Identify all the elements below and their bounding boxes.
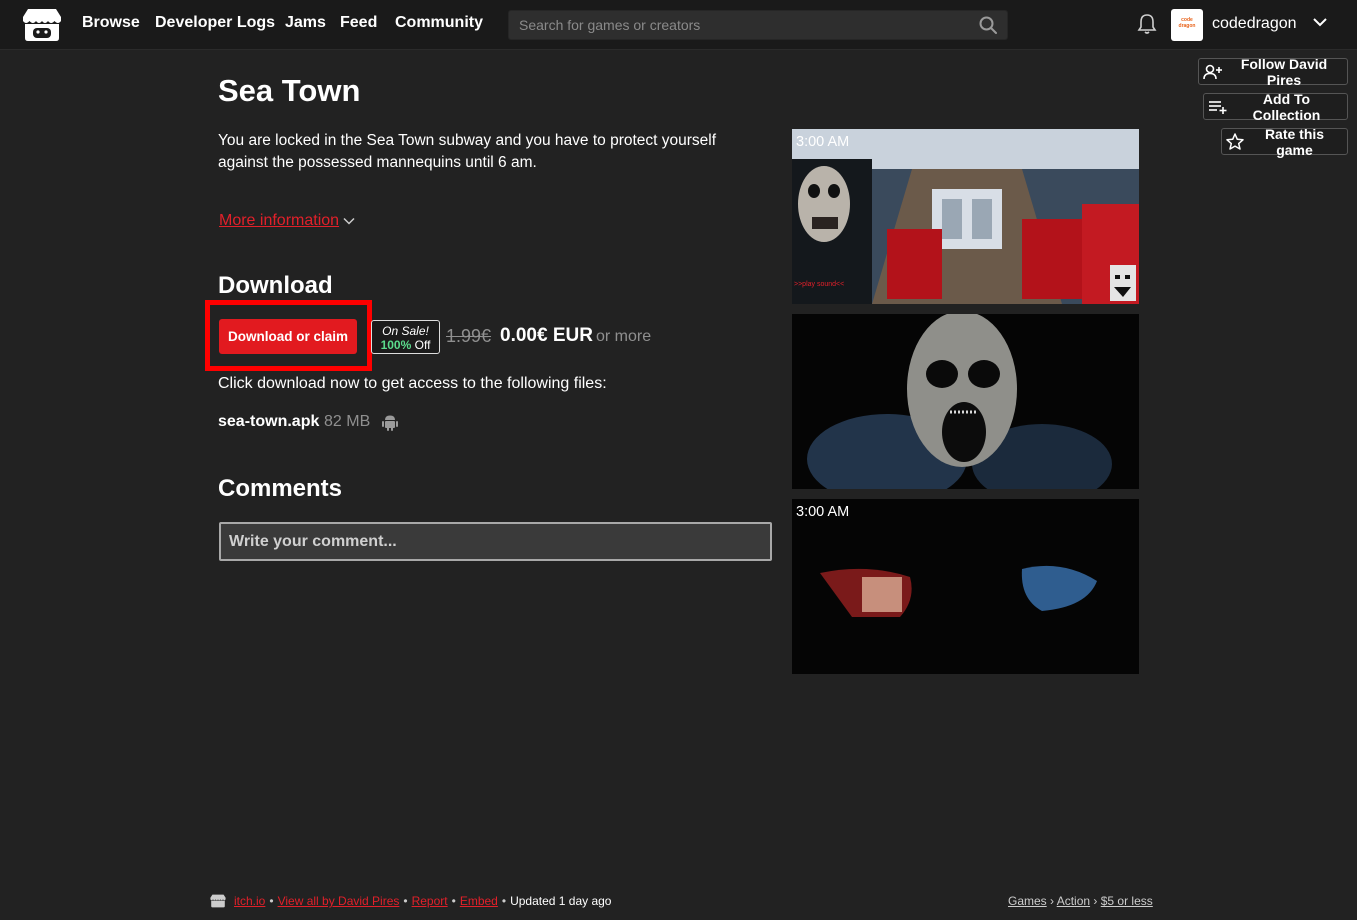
follow-label: Follow David Pires	[1240, 55, 1328, 88]
playlist-add-icon	[1209, 100, 1227, 114]
footer-embed-link[interactable]: Embed	[460, 894, 498, 908]
footer-report-link[interactable]: Report	[412, 894, 448, 908]
footer-links: itch.io • View all by David Pires • Repo…	[210, 894, 611, 908]
screenshot-3[interactable]: 3:00 AM	[792, 499, 1139, 674]
game-description: You are locked in the Sea Town subway an…	[218, 132, 717, 171]
rate-label: Rate this game	[1264, 125, 1325, 158]
or-more-text: or more	[596, 328, 652, 345]
footer-itchio-link[interactable]: itch.io	[234, 894, 265, 908]
notification-bell-icon[interactable]	[1137, 13, 1157, 35]
itchio-logo-icon[interactable]	[210, 894, 226, 908]
mannequin-face-image	[792, 314, 1139, 489]
original-price: 1.99€	[446, 326, 492, 346]
avatar-text: code dragon	[1178, 17, 1196, 29]
user-avatar[interactable]: code dragon	[1171, 9, 1203, 41]
android-icon	[382, 415, 398, 431]
sale-badge: On Sale! 100% Off	[371, 320, 440, 354]
separator: •	[451, 894, 456, 908]
download-heading: Download	[218, 272, 333, 299]
screenshot-time-label: 3:00 AM	[796, 134, 850, 150]
search-bar	[508, 10, 1008, 40]
star-icon	[1226, 133, 1244, 150]
chevron-down-icon	[343, 217, 355, 225]
comment-input[interactable]	[219, 522, 772, 561]
sale-price: 0.00€ EUR	[500, 325, 593, 346]
more-information-label: More information	[219, 212, 340, 229]
nav-community[interactable]: Community	[395, 14, 483, 32]
follow-button[interactable]: Follow David Pires	[1198, 55, 1348, 88]
more-information-link[interactable]: More information	[219, 212, 355, 230]
add-to-collection-button[interactable]: Add To Collection	[1203, 90, 1348, 123]
search-icon[interactable]	[979, 16, 997, 34]
sale-discount: 100% Off	[372, 338, 439, 352]
breadcrumb-price[interactable]: $5 or less	[1101, 894, 1153, 908]
subway-interior-image	[792, 129, 1139, 304]
nav-developer-logs[interactable]: Developer Logs	[155, 14, 275, 32]
comments-heading: Comments	[218, 475, 343, 502]
play-sound-text: >>play sound<<	[794, 281, 845, 288]
top-navigation: Browse Developer Logs Jams Feed Communit…	[0, 0, 1357, 50]
itchio-logo-icon[interactable]	[22, 8, 62, 42]
dark-scene-image	[792, 499, 1139, 674]
nav-browse[interactable]: Browse	[82, 14, 140, 32]
collection-label: Add To Collection	[1252, 90, 1321, 123]
file-size: 82 MB	[324, 413, 371, 430]
sale-percent: 100%	[380, 338, 412, 352]
separator: •	[269, 894, 274, 908]
search-input[interactable]	[509, 11, 969, 39]
breadcrumb-games[interactable]: Games	[1008, 894, 1047, 908]
rate-game-button[interactable]: Rate this game	[1221, 125, 1348, 158]
separator: •	[501, 894, 507, 908]
separator: •	[403, 894, 408, 908]
file-name: sea-town.apk	[218, 413, 320, 430]
breadcrumb-separator: ›	[1093, 894, 1101, 908]
screenshot-1[interactable]: 3:00 AM >>play sound<<	[792, 129, 1139, 304]
nav-jams[interactable]: Jams	[285, 14, 326, 32]
game-title: Sea Town	[218, 73, 361, 108]
updated-text: Updated 1 day ago	[510, 894, 612, 908]
download-instruction: Click download now to get access to the …	[218, 375, 607, 392]
username[interactable]: codedragon	[1212, 15, 1297, 33]
user-plus-icon	[1203, 64, 1222, 79]
sale-off-text: Off	[414, 338, 431, 352]
breadcrumb-action[interactable]: Action	[1057, 894, 1090, 908]
nav-feed[interactable]: Feed	[340, 14, 377, 32]
breadcrumb: Games › Action › $5 or less	[1008, 894, 1153, 908]
screenshot-time-label: 3:00 AM	[796, 504, 850, 520]
sale-label: On Sale!	[382, 324, 429, 338]
breadcrumb-separator: ›	[1050, 894, 1057, 908]
download-or-claim-button[interactable]: Download or claim	[219, 319, 357, 354]
screenshot-2[interactable]	[792, 314, 1139, 489]
footer-view-all-link[interactable]: View all by David Pires	[278, 894, 400, 908]
chevron-down-icon[interactable]	[1312, 16, 1328, 28]
